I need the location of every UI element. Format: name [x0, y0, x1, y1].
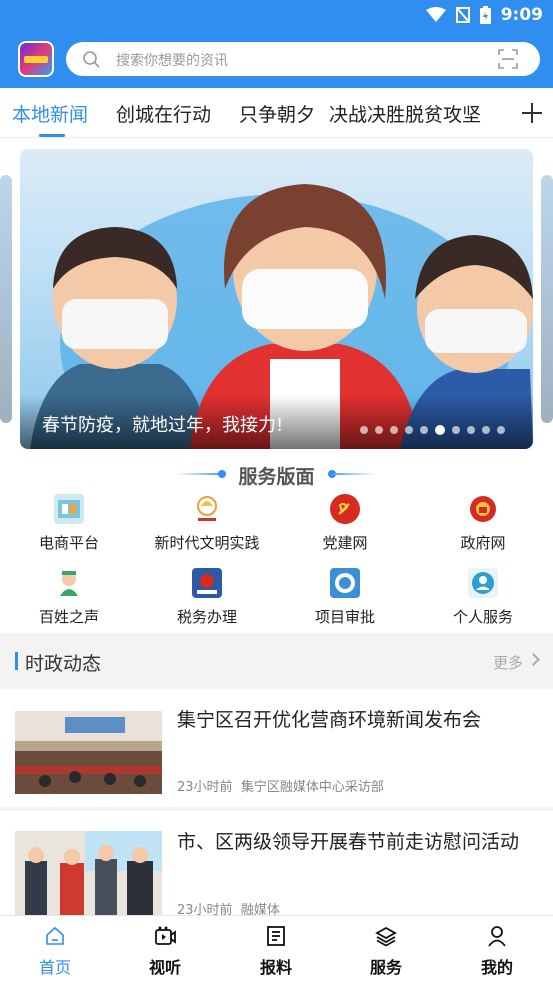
carousel-dot[interactable] [452, 426, 460, 434]
tax-icon [192, 568, 222, 598]
news-time: 23小时前 [177, 903, 233, 915]
service-party-building[interactable]: 党建网 [276, 490, 414, 560]
layers-icon [375, 926, 397, 947]
carousel-dot[interactable] [467, 426, 475, 434]
app-header: 搜索你想要的资讯 [0, 32, 553, 88]
approval-icon [330, 568, 360, 598]
services-header: 服务版面 [0, 460, 553, 490]
civilization-icon [192, 494, 222, 524]
news-time: 23小时前 [177, 780, 233, 795]
section-header: 时政动态 更多 [0, 633, 553, 689]
service-label: 新时代文明实践 [154, 534, 260, 552]
nav-services[interactable]: 服务 [331, 916, 441, 984]
carousel-dot[interactable] [482, 426, 490, 434]
tab-fade [490, 88, 508, 137]
carousel-dot[interactable] [360, 426, 368, 434]
nav-home[interactable]: 首页 [0, 916, 110, 984]
home-icon [46, 926, 64, 945]
services-title: 服务版面 [238, 466, 315, 488]
more-link[interactable]: 更多 [493, 652, 523, 673]
section-accent-bar [15, 652, 18, 670]
banner-caption: 春节防疫，就地过年，我接力! [42, 415, 284, 436]
divider-right [332, 473, 376, 475]
service-label: 税务办理 [176, 608, 237, 626]
news-source: 集宁区融媒体中心采访部 [240, 780, 384, 795]
service-civilization[interactable]: 新时代文明实践 [138, 490, 276, 560]
carousel-indicator [360, 425, 505, 435]
service-label: 百姓之声 [38, 608, 99, 626]
status-time: 9:09 [500, 5, 543, 25]
nav-video[interactable]: 视听 [110, 916, 220, 984]
bottom-nav: 首页 视听 报料 服务 我的 [0, 915, 553, 983]
wifi-icon [425, 7, 446, 22]
carousel-dot[interactable] [497, 426, 505, 434]
news-meta: 23小时前 集宁区融媒体中心采访部 [177, 776, 384, 795]
add-channel-icon[interactable] [508, 88, 553, 137]
scan-icon[interactable] [498, 49, 518, 69]
people-voice-icon [54, 568, 84, 598]
status-bar: 9:09 [0, 0, 553, 32]
service-ecommerce[interactable]: 电商平台 [0, 490, 138, 560]
banner-carousel[interactable]: 春节防疫，就地过年，我接力! [0, 139, 553, 459]
service-label: 电商平台 [38, 534, 99, 552]
ecommerce-icon [54, 494, 84, 524]
battery-icon [479, 6, 491, 24]
carousel-dot[interactable] [435, 425, 445, 435]
nav-report[interactable]: 报料 [221, 916, 331, 984]
service-label: 政府网 [460, 534, 506, 552]
banner-slide[interactable]: 春节防疫，就地过年，我接力! [20, 149, 533, 449]
section-title: 时政动态 [25, 653, 102, 675]
nav-label: 报料 [259, 958, 292, 977]
personal-service-icon [468, 568, 498, 598]
service-government[interactable]: 政府网 [414, 490, 552, 560]
report-icon [267, 926, 285, 946]
service-people-voice[interactable]: 百姓之声 [0, 564, 138, 634]
services-grid: 电商平台 新时代文明实践 党建网 政府网 百姓之声 税务办理 项目审批 个人服务 [0, 490, 553, 632]
tab-indicator [39, 134, 65, 137]
signal-icon [455, 7, 470, 23]
search-input[interactable]: 搜索你想要的资讯 [116, 50, 228, 70]
nav-label: 我的 [480, 958, 513, 977]
nav-mine[interactable]: 我的 [442, 916, 552, 984]
search-icon [83, 51, 100, 68]
tab-seize-the-day[interactable]: 只争朝夕 [239, 100, 315, 127]
news-title: 市、区两级领导开展春节前走访慰问活动 [177, 831, 520, 853]
news-thumbnail [15, 831, 162, 915]
channel-tabs: 本地新闻 创城在行动 只争朝夕 决战决胜脱贫攻坚 [0, 88, 553, 138]
service-label: 项目审批 [314, 608, 375, 626]
tab-local-news[interactable]: 本地新闻 [12, 100, 88, 127]
nav-label: 服务 [369, 958, 402, 977]
prev-banner-card[interactable] [0, 175, 12, 423]
user-icon [488, 926, 506, 947]
search-bar[interactable]: 搜索你想要的资讯 [66, 42, 540, 76]
news-item[interactable]: 集宁区召开优化营商环境新闻发布会 23小时前 集宁区融媒体中心采访部 [0, 689, 553, 807]
service-personal[interactable]: 个人服务 [414, 564, 552, 634]
carousel-dot[interactable] [375, 426, 383, 434]
news-thumbnail [15, 711, 162, 794]
carousel-dot[interactable] [390, 426, 398, 434]
next-banner-card[interactable] [541, 175, 553, 423]
news-source: 融媒体 [240, 903, 280, 915]
nav-label: 视听 [148, 958, 181, 977]
tab-poverty-alleviation[interactable]: 决战决胜脱贫攻坚 [329, 100, 481, 127]
video-icon [155, 926, 176, 945]
nav-label: 首页 [38, 958, 71, 977]
service-label: 个人服务 [452, 608, 513, 626]
service-label: 党建网 [322, 534, 368, 552]
news-meta: 23小时前 融媒体 [177, 899, 280, 915]
carousel-dot[interactable] [420, 426, 428, 434]
news-title: 集宁区召开优化营商环境新闻发布会 [177, 709, 482, 731]
carousel-dot[interactable] [405, 426, 413, 434]
party-icon [330, 494, 360, 524]
app-logo[interactable] [18, 41, 54, 77]
chevron-right-icon[interactable] [527, 653, 540, 666]
tab-civilized-city[interactable]: 创城在行动 [116, 100, 211, 127]
government-icon [468, 494, 498, 524]
service-project-approval[interactable]: 项目审批 [276, 564, 414, 634]
news-item[interactable]: 市、区两级领导开展春节前走访慰问活动 23小时前 融媒体 [0, 811, 553, 915]
service-tax[interactable]: 税务办理 [138, 564, 276, 634]
